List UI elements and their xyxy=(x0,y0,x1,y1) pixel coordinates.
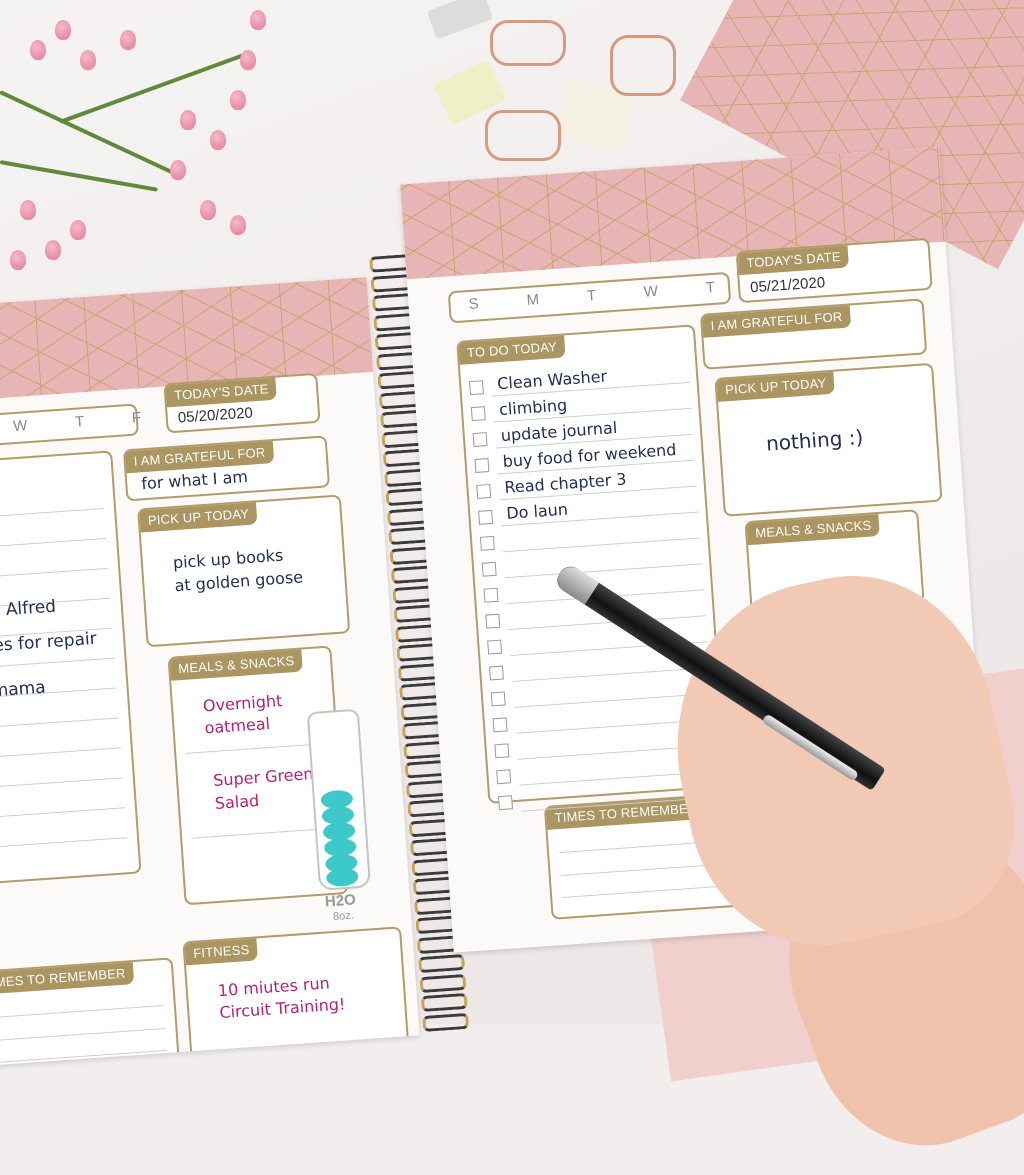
todo-item: shoes for repair xyxy=(0,628,98,659)
pickup-box: PICK UP TODAY nothing :) xyxy=(714,362,943,517)
todo-item: Do laun xyxy=(505,499,569,523)
todays-date-label: TODAY'S DATE xyxy=(737,245,850,276)
spiral-ring xyxy=(418,953,466,974)
todays-date-value: 05/20/2020 xyxy=(177,404,254,427)
todo-checkbox[interactable] xyxy=(496,769,512,785)
times-box: MES TO REMEMBER xyxy=(0,957,181,1066)
pickup-text-line: at golden goose xyxy=(173,567,304,596)
todo-item: all mama xyxy=(0,677,47,703)
todo-checkbox[interactable] xyxy=(481,561,497,577)
grateful-label: I AM GRATEFUL FOR xyxy=(702,305,852,338)
grateful-label: I AM GRATEFUL FOR xyxy=(125,441,275,474)
weekday-row: S M T W T F S xyxy=(447,269,852,324)
todo-checkbox[interactable] xyxy=(490,691,506,707)
binder-clip-icon xyxy=(426,0,680,180)
todo-checkbox[interactable] xyxy=(470,406,486,422)
pickup-box: PICK UP TODAY pick up books at golden go… xyxy=(137,494,351,648)
todo-item: te to Alfred xyxy=(0,596,57,624)
grateful-box: I AM GRATEFUL FOR xyxy=(699,298,928,370)
meal-entry: Overnight xyxy=(202,691,283,716)
meals-label: MEALS & SNACKS xyxy=(169,649,304,681)
todo-line xyxy=(504,563,703,579)
todo-checkbox[interactable] xyxy=(474,458,490,473)
spiral-ring xyxy=(419,973,467,993)
fitness-box: FITNESS 10 miutes run Circuit Training! xyxy=(182,926,410,1066)
todays-date-value: 05/21/2020 xyxy=(749,274,826,297)
spiral-ring xyxy=(420,992,468,1013)
todo-checkbox[interactable] xyxy=(472,432,488,448)
fitness-label: FITNESS xyxy=(184,938,259,966)
todo-box: te to Alfred shoes for repair all mama xyxy=(0,450,142,887)
todays-date-box: TODAY'S DATE 05/20/2020 xyxy=(163,372,321,434)
todo-checkbox[interactable] xyxy=(487,639,503,655)
todo-item: climbing xyxy=(498,395,568,420)
times-label: MES TO REMEMBER xyxy=(0,962,135,995)
todo-checkbox[interactable] xyxy=(469,380,484,396)
todo-label: TO DO TODAY xyxy=(458,335,566,365)
pickup-label: PICK UP TODAY xyxy=(139,502,258,533)
meal-entry: Super Greens xyxy=(212,763,323,791)
todo-checkbox[interactable] xyxy=(478,509,494,525)
meals-label: MEALS & SNACKS xyxy=(746,513,881,546)
todo-checkbox[interactable] xyxy=(476,483,492,499)
pickup-label: PICK UP TODAY xyxy=(716,371,836,402)
water-bottle-icon xyxy=(306,708,372,891)
weekday-row: T W T F S xyxy=(0,403,222,450)
todo-item: Read chapter 3 xyxy=(503,469,628,497)
pickup-text: nothing :) xyxy=(765,424,864,456)
water-unit: 8oz. xyxy=(332,909,355,923)
todo-checkbox[interactable] xyxy=(498,795,513,811)
water-label: H2O xyxy=(324,891,357,911)
todo-checkbox[interactable] xyxy=(494,743,510,759)
spiral-ring xyxy=(422,1012,470,1032)
todo-line xyxy=(512,667,710,682)
todays-date-label: TODAY'S DATE xyxy=(165,377,278,408)
grateful-box: I AM GRATEFUL FOR for what I am xyxy=(122,435,331,502)
todo-line xyxy=(502,537,701,553)
planner-left-page: T W T F S TODAY'S DATE 05/20/2020 te to … xyxy=(0,277,420,1066)
todo-checkbox[interactable] xyxy=(485,613,501,629)
meal-entry: Salad xyxy=(214,790,260,813)
todo-checkbox[interactable] xyxy=(488,665,504,681)
todo-checkbox[interactable] xyxy=(483,587,499,603)
pickup-text-line: pick up books xyxy=(172,545,284,573)
times-label: TIMES TO REMEMBER xyxy=(545,796,707,830)
todo-checkbox[interactable] xyxy=(492,717,508,733)
meal-entry: oatmeal xyxy=(203,713,271,738)
todo-checkbox[interactable] xyxy=(479,535,495,551)
